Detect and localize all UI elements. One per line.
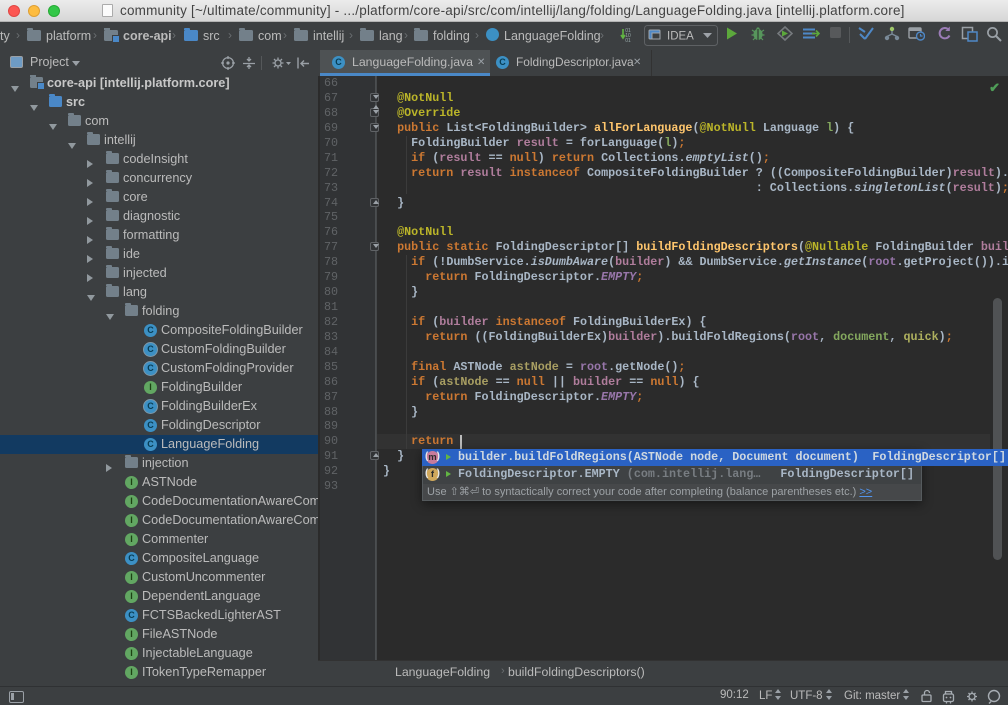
svg-text:IDEA: IDEA	[667, 31, 694, 43]
svg-text:01: 01	[625, 38, 631, 44]
